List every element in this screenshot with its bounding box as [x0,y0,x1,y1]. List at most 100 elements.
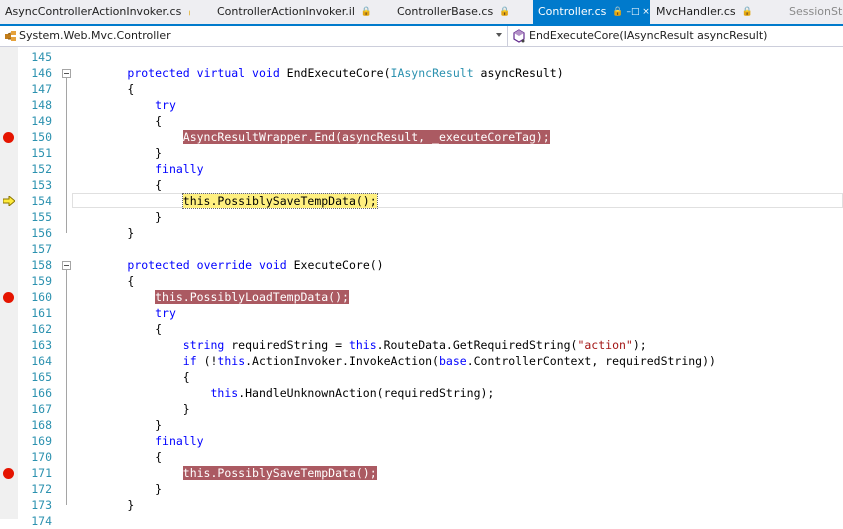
code-text: if (!this.ActionInvoker.InvokeAction(bas… [72,353,716,369]
code-line[interactable]: 171 this.PossiblySaveTempData(); [0,465,843,481]
tab-controllerbase-cs[interactable]: ControllerBase.cs 🔒 [392,0,532,24]
code-text: string requiredString = this.RouteData.G… [72,337,647,353]
code-line[interactable]: 169 finally [0,433,843,449]
chevron-down-icon[interactable] [496,33,502,37]
breakpoint-icon[interactable] [3,468,14,479]
member-dropdown[interactable]: EndExecuteCore(IAsyncResult asyncResult) [509,26,843,46]
execution-pointer-arrow-icon[interactable] [3,196,15,206]
keyword: this [217,354,246,368]
code-line[interactable]: 145 [0,49,843,65]
code-line[interactable]: 163 string requiredString = this.RouteDa… [0,337,843,353]
lock-icon: 🔒 [499,7,511,17]
code-line[interactable]: 159 { [0,273,843,289]
code-text: } [72,145,162,161]
line-number: 170 [31,450,52,464]
code-token: .ActionInvoker.InvokeAction( [245,354,439,368]
collapse-region-icon[interactable] [62,69,71,78]
keyword: try [155,306,176,320]
code-token: .RouteData.GetRequiredString( [376,338,578,352]
code-token: asyncResult) [473,66,564,80]
code-line[interactable]: 156 } [0,225,843,241]
code-text: { [72,273,134,289]
code-line[interactable]: 153 { [0,177,843,193]
code-line[interactable]: 172 } [0,481,843,497]
keyword: protected [127,66,190,80]
code-line[interactable]: 168 } [0,417,843,433]
code-line[interactable]: 150 AsyncResultWrapper.End(asyncResult, … [0,129,843,145]
code-line[interactable]: 161 try [0,305,843,321]
code-line[interactable]: 166 this.HandleUnknownAction(requiredStr… [0,385,843,401]
code-token: { [72,322,163,336]
code-text: { [72,113,162,129]
code-editor[interactable]: 145 146 protected virtual void EndExecute… [0,47,843,528]
code-text: try [72,305,176,321]
breakpoint-icon[interactable] [3,132,14,143]
code-line[interactable]: 174 [0,513,843,529]
code-text: } [72,209,162,225]
breakpoint-icon[interactable] [3,292,14,303]
code-token: .HandleUnknownAction(requiredString); [238,386,495,400]
code-line[interactable]: 147 { [0,81,843,97]
code-token: { [72,450,163,464]
code-line[interactable]: 164 if (!this.ActionInvoker.InvokeAction… [0,353,843,369]
code-line[interactable]: 165 { [0,369,843,385]
lock-icon: 🔒 [187,0,190,24]
code-token: { [72,274,135,288]
line-number: 151 [31,146,52,160]
line-number: 152 [31,162,52,176]
keyword: finally [155,434,204,448]
line-number: 166 [31,386,52,400]
tab-controller-cs[interactable]: Controller.cs 🔒 –□ × [533,0,650,24]
tab-mvchandler-cs[interactable]: MvcHandler.cs 🔒 [651,0,784,24]
keyword: this [348,338,377,352]
keyword: string [182,338,225,352]
code-line[interactable]: 146 protected virtual void EndExecuteCor… [0,65,843,81]
code-line[interactable]: 162 { [0,321,843,337]
line-number: 146 [31,66,52,80]
tab-controlleractioninvoker-il[interactable]: ControllerActionInvoker.il 🔒 [212,0,390,24]
code-token: (! [196,354,218,368]
line-number: 162 [31,322,52,336]
code-text: } [72,481,162,497]
code-line[interactable]: 155 } [0,209,843,225]
code-line[interactable]: 158 protected override void ExecuteCore(… [0,257,843,273]
code-text: finally [72,161,203,177]
code-line[interactable]: 154 this.PossiblySaveTempData(); [0,193,843,209]
code-line[interactable]: 160 this.PossiblyLoadTempData(); [0,289,843,305]
line-number: 154 [31,194,52,208]
type-name: IAsyncResult [390,66,474,80]
code-token: } [72,498,135,512]
code-text: { [72,177,162,193]
line-number: 165 [31,370,52,384]
keyword: if [182,354,197,368]
line-number: 153 [31,178,52,192]
tab-sessionstat[interactable]: SessionStat [784,0,843,24]
collapse-region-icon[interactable] [62,261,71,270]
code-text: { [72,369,190,385]
code-line[interactable]: 151 } [0,145,843,161]
code-token: { [72,370,190,384]
tab-asynccontrolleractioninvoker-cs[interactable]: AsyncControllerActionInvoker.cs 🔒 [0,0,190,24]
lock-pin-close-icon[interactable]: 🔒 –□ × [612,0,649,24]
type-dropdown[interactable]: System.Web.Mvc.Controller [0,26,508,46]
code-line[interactable]: 170 { [0,449,843,465]
fold-guide [66,78,67,233]
code-text: AsyncResultWrapper.End(asyncResult, _exe… [72,129,550,145]
type-dropdown-label: System.Web.Mvc.Controller [19,29,171,42]
code-line[interactable]: 167 } [0,401,843,417]
code-text: protected virtual void EndExecuteCore(IA… [72,65,564,81]
code-token: } [72,226,135,240]
code-line[interactable]: 157 [0,241,843,257]
code-line[interactable]: 148 try [0,97,843,113]
code-line[interactable]: 149 { [0,113,843,129]
code-line[interactable]: 152 finally [0,161,843,177]
code-line[interactable]: 173 } [0,497,843,513]
line-number: 172 [31,482,52,496]
code-token: { [72,114,163,128]
string-literal: "action" [577,338,633,352]
